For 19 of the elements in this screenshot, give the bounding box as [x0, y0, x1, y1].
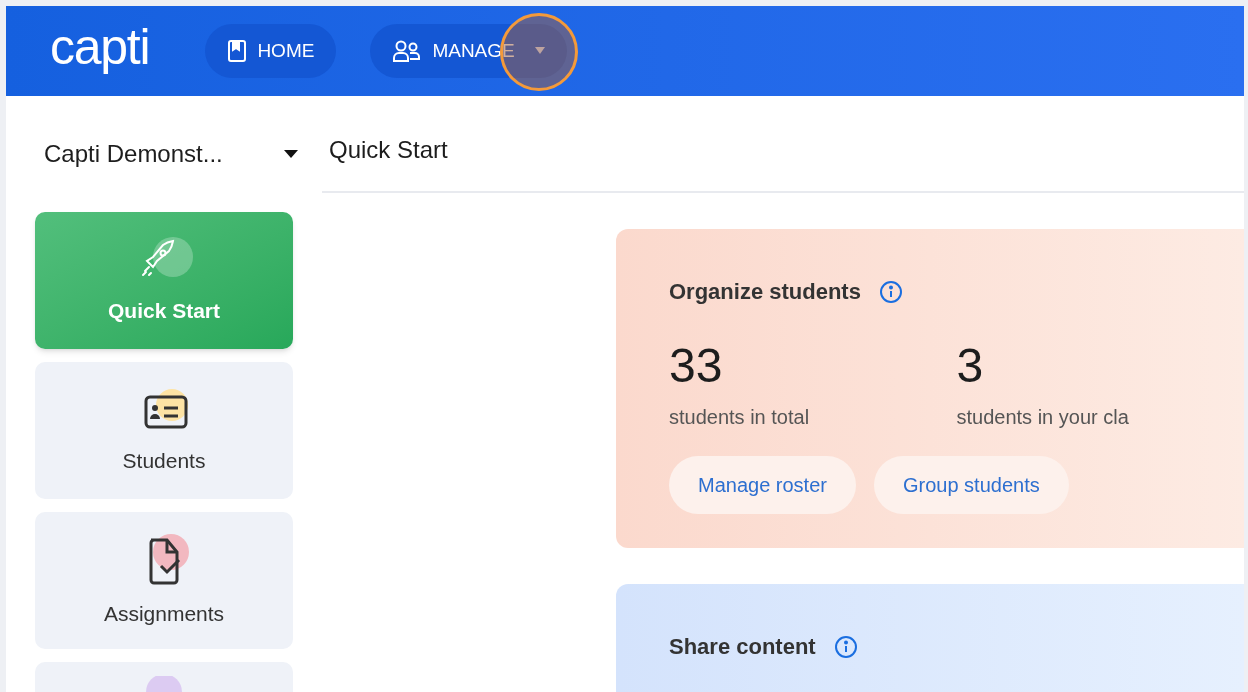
stat-label: students in your cla	[956, 405, 1130, 430]
info-icon[interactable]	[878, 279, 903, 304]
sidebar-item[interactable]: Students	[35, 362, 293, 499]
class-selector[interactable]: Capti Demonst...	[35, 136, 300, 172]
people-icon	[392, 39, 423, 63]
info-icon[interactable]	[833, 634, 858, 659]
stat-value: 3	[956, 342, 985, 390]
sidebar-item[interactable]: Assignments	[35, 512, 293, 649]
logo[interactable]: capti	[50, 22, 150, 80]
page-title: Quick Start	[329, 135, 448, 165]
card-title: Organize students	[669, 278, 861, 306]
book-icon	[227, 39, 248, 63]
stat-label: students in total	[669, 405, 811, 430]
nav-button[interactable]: HOME	[205, 24, 337, 78]
caret-icon	[284, 149, 298, 159]
stat-value: 33	[669, 342, 724, 390]
action-button[interactable]: Manage roster	[669, 456, 856, 514]
action-button[interactable]: Group students	[873, 456, 1069, 514]
card-title: Share content	[669, 633, 816, 661]
